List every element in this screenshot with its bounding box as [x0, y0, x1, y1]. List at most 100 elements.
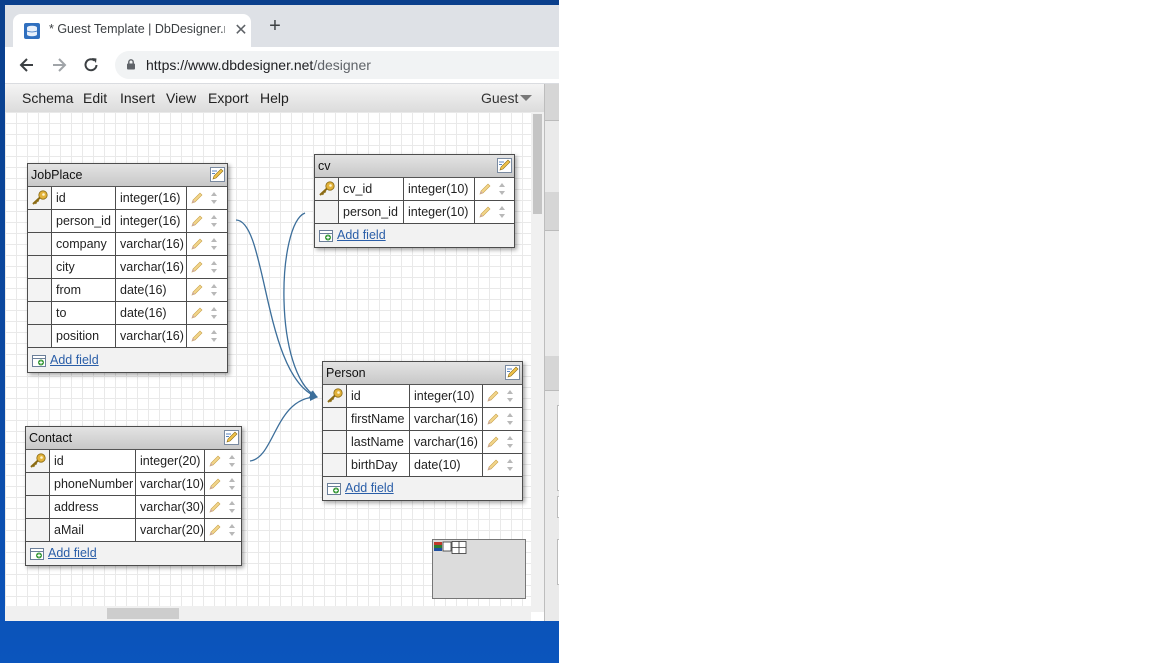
table-row[interactable]: id integer(10) [323, 385, 522, 408]
field-name-cell[interactable]: lastName [347, 431, 410, 453]
table-row[interactable]: firstName varchar(16) [323, 408, 522, 431]
user-menu[interactable]: Guest [481, 90, 518, 106]
field-type-cell[interactable]: varchar(16) [116, 256, 187, 278]
designer-canvas[interactable]: JobPlace id integer(16) person_id integer(1… [5, 112, 531, 612]
field-name-cell[interactable]: aMail [50, 519, 136, 541]
reload-icon[interactable] [81, 55, 101, 75]
reorder-arrows-icon[interactable] [228, 523, 236, 537]
field-type-cell[interactable]: integer(10) [404, 178, 475, 200]
menu-insert[interactable]: Insert [120, 90, 155, 106]
table-contact[interactable]: Contact id integer(20) phoneNumber varchar(… [25, 426, 242, 566]
field-type-cell[interactable]: date(16) [116, 302, 187, 324]
field-name-cell[interactable]: firstName [347, 408, 410, 430]
table-row[interactable]: from date(16) [28, 279, 227, 302]
reorder-arrows-icon[interactable] [506, 435, 514, 449]
omnibox[interactable]: https://www.dbdesigner.net/designer [115, 51, 559, 79]
table-row[interactable]: to date(16) [28, 302, 227, 325]
table-header[interactable]: Contact [26, 427, 241, 450]
field-type-cell[interactable]: varchar(16) [116, 325, 187, 347]
field-type-cell[interactable]: varchar(16) [410, 431, 483, 453]
field-name-cell[interactable]: id [52, 187, 116, 209]
add-field-link[interactable]: Add field [48, 546, 97, 560]
reorder-arrows-icon[interactable] [506, 389, 514, 403]
table-row[interactable]: city varchar(16) [28, 256, 227, 279]
field-type-cell[interactable]: integer(20) [136, 450, 205, 472]
edit-field-icon[interactable] [190, 329, 204, 343]
field-name-cell[interactable]: to [52, 302, 116, 324]
table-row[interactable]: aMail varchar(20) [26, 519, 241, 542]
horizontal-scroll-thumb[interactable] [107, 608, 179, 619]
field-name-cell[interactable]: from [52, 279, 116, 301]
edit-table-icon[interactable] [224, 430, 239, 445]
edit-field-icon[interactable] [486, 412, 500, 426]
new-tab-button[interactable]: + [265, 16, 285, 36]
edit-field-icon[interactable] [478, 182, 492, 196]
edit-field-icon[interactable] [190, 214, 204, 228]
field-name-cell[interactable]: cv_id [339, 178, 404, 200]
reorder-arrows-icon[interactable] [210, 260, 218, 274]
table-header[interactable]: cv [315, 155, 514, 178]
table-row[interactable]: person_id integer(10) [315, 201, 514, 224]
table-row[interactable]: company varchar(16) [28, 233, 227, 256]
edit-field-icon[interactable] [486, 435, 500, 449]
add-field-icon[interactable] [30, 548, 44, 560]
field-type-cell[interactable]: date(16) [116, 279, 187, 301]
edit-field-icon[interactable] [208, 523, 222, 537]
field-name-cell[interactable]: company [52, 233, 116, 255]
field-name-cell[interactable]: id [50, 450, 136, 472]
reorder-arrows-icon[interactable] [228, 500, 236, 514]
table-person[interactable]: Person id integer(10) firstName varchar(16)… [322, 361, 523, 501]
edit-field-icon[interactable] [208, 454, 222, 468]
reorder-arrows-icon[interactable] [498, 182, 506, 196]
field-type-cell[interactable]: varchar(20) [136, 519, 205, 541]
minimap[interactable] [432, 539, 526, 599]
horizontal-scrollbar[interactable] [5, 606, 531, 621]
back-arrow-icon[interactable] [17, 55, 37, 75]
reorder-arrows-icon[interactable] [210, 329, 218, 343]
table-header[interactable]: JobPlace [28, 164, 227, 187]
edit-table-icon[interactable] [505, 365, 520, 380]
vertical-scrollbar[interactable] [531, 112, 544, 612]
edit-field-icon[interactable] [190, 306, 204, 320]
add-field-icon[interactable] [319, 230, 333, 242]
menu-view[interactable]: View [166, 90, 196, 106]
table-row[interactable]: cv_id integer(10) [315, 178, 514, 201]
table-row[interactable]: lastName varchar(16) [323, 431, 522, 454]
field-type-cell[interactable]: integer(10) [404, 201, 475, 223]
field-name-cell[interactable]: phoneNumber [50, 473, 136, 495]
field-type-cell[interactable]: varchar(30) [136, 496, 205, 518]
edit-field-icon[interactable] [486, 389, 500, 403]
vertical-scroll-thumb[interactable] [533, 114, 542, 214]
edit-field-icon[interactable] [190, 260, 204, 274]
add-field-icon[interactable] [327, 483, 341, 495]
table-row[interactable]: phoneNumber varchar(10) [26, 473, 241, 496]
reorder-arrows-icon[interactable] [228, 477, 236, 491]
menu-help[interactable]: Help [260, 90, 289, 106]
field-type-cell[interactable]: varchar(10) [136, 473, 205, 495]
edit-field-icon[interactable] [478, 205, 492, 219]
add-field-link[interactable]: Add field [345, 481, 394, 495]
field-type-cell[interactable]: varchar(16) [410, 408, 483, 430]
edit-field-icon[interactable] [208, 500, 222, 514]
edit-table-icon[interactable] [497, 158, 512, 173]
table-row[interactable]: id integer(20) [26, 450, 241, 473]
add-field-icon[interactable] [32, 355, 46, 367]
table-cv[interactable]: cv cv_id integer(10) person_id integer(10) … [314, 154, 515, 248]
field-type-cell[interactable]: varchar(16) [116, 233, 187, 255]
browser-tab[interactable]: * Guest Template | DbDesigner.net ✕ [13, 14, 251, 47]
add-field-link[interactable]: Add field [337, 228, 386, 242]
field-type-cell[interactable]: integer(10) [410, 385, 483, 407]
reorder-arrows-icon[interactable] [228, 454, 236, 468]
reorder-arrows-icon[interactable] [210, 283, 218, 297]
chevron-down-icon[interactable] [520, 95, 532, 101]
field-type-cell[interactable]: integer(16) [116, 187, 187, 209]
reorder-arrows-icon[interactable] [210, 237, 218, 251]
edit-field-icon[interactable] [208, 477, 222, 491]
menu-export[interactable]: Export [208, 90, 248, 106]
table-header[interactable]: Person [323, 362, 522, 385]
reorder-arrows-icon[interactable] [506, 458, 514, 472]
table-row[interactable]: birthDay date(10) [323, 454, 522, 477]
edit-field-icon[interactable] [190, 191, 204, 205]
menu-edit[interactable]: Edit [83, 90, 107, 106]
reorder-arrows-icon[interactable] [210, 306, 218, 320]
